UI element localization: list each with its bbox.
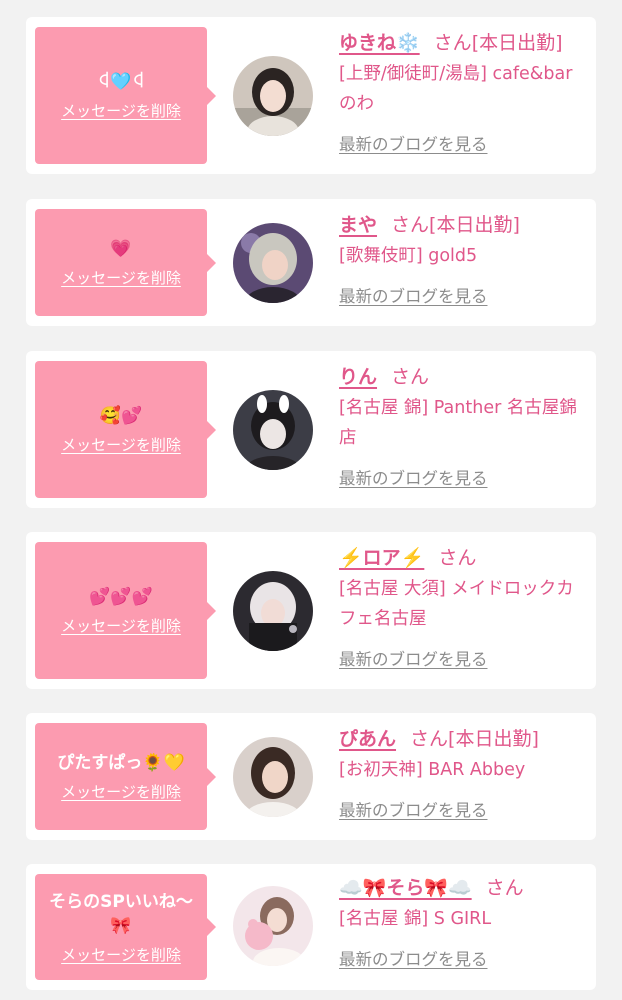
avatar[interactable]	[233, 886, 313, 966]
avatar[interactable]	[233, 223, 313, 303]
delete-message-link[interactable]: メッセージを削除	[61, 267, 181, 288]
message-text: ꒉ🩵ꒉ	[97, 72, 145, 92]
message-text: ぴたすぱっ🌻💛	[57, 753, 185, 773]
portrait-photo-icon	[233, 56, 313, 136]
message-text: 💗	[110, 239, 132, 259]
cast-info: ⚡️ロア⚡️ さん [名古屋 大須] メイドロックカフェ名古屋 最新のブログを見る	[339, 544, 589, 670]
cast-info: まや さん[本日出勤] [歌舞伎町] gold5 最新のブログを見る	[339, 211, 589, 307]
honorific: さん	[410, 728, 449, 750]
status-badge: [本日出勤]	[448, 728, 539, 750]
honorific: さん	[485, 877, 524, 899]
status-badge: [本日出勤]	[471, 32, 563, 54]
message-card: 💗 メッセージを削除 まや さん[本日出勤] [歌舞伎町] gold5 最新のブロ…	[26, 199, 596, 326]
message-bubble: そらのSPいいね〜🎀 メッセージを削除	[35, 874, 216, 980]
honorific: さん	[391, 366, 430, 388]
shop-name: [名古屋 大須] メイドロックカフェ名古屋	[339, 579, 574, 629]
delete-message-link[interactable]: メッセージを削除	[61, 944, 181, 965]
cast-name-link[interactable]: りん	[339, 366, 377, 388]
shop-name: [上野/御徒町/湯島] cafe&bar のわ	[339, 64, 573, 114]
latest-blog-link[interactable]: 最新のブログを見る	[339, 797, 488, 821]
portrait-photo-icon	[233, 571, 313, 651]
message-bubble: ꒉ🩵ꒉ メッセージを削除	[35, 27, 216, 164]
avatar[interactable]	[233, 571, 313, 651]
shop-name: [お初天神] BAR Abbey	[339, 760, 526, 780]
delete-message-link[interactable]: メッセージを削除	[61, 615, 181, 636]
latest-blog-link[interactable]: 最新のブログを見る	[339, 283, 488, 307]
latest-blog-link[interactable]: 最新のブログを見る	[339, 131, 488, 155]
message-card: ꒉ🩵ꒉ メッセージを削除 ゆきね❄️ さん[本日出勤] [上野/御徒町/湯島] c…	[26, 17, 596, 174]
delete-message-link[interactable]: メッセージを削除	[61, 434, 181, 455]
cast-name-link[interactable]: まや	[339, 214, 377, 236]
honorific: さん	[438, 547, 477, 569]
delete-message-link[interactable]: メッセージを削除	[61, 100, 181, 121]
avatar[interactable]	[233, 737, 313, 817]
avatar[interactable]	[233, 56, 313, 136]
status-badge: [本日出勤]	[429, 214, 520, 236]
message-card: ぴたすぱっ🌻💛 メッセージを削除 ぴあん さん[本日出勤] [お初天神] BAR …	[26, 713, 596, 840]
avatar[interactable]	[233, 390, 313, 470]
delete-message-link[interactable]: メッセージを削除	[61, 781, 181, 802]
latest-blog-link[interactable]: 最新のブログを見る	[339, 465, 488, 489]
portrait-photo-icon	[233, 223, 313, 303]
cast-info: ☁️🎀そら🎀☁️ さん [名古屋 錦] S GIRL 最新のブログを見る	[339, 874, 589, 970]
cast-info: ゆきね❄️ さん[本日出勤] [上野/御徒町/湯島] cafe&bar のわ 最新…	[339, 29, 589, 155]
cast-name-link[interactable]: ゆきね❄️	[339, 32, 420, 54]
shop-name: [名古屋 錦] Panther 名古屋錦店	[339, 398, 577, 448]
message-bubble: 💕💕💕 メッセージを削除	[35, 542, 216, 679]
cast-name-link[interactable]: ⚡️ロア⚡️	[339, 547, 424, 569]
cast-info: りん さん [名古屋 錦] Panther 名古屋錦店 最新のブログを見る	[339, 363, 589, 489]
message-bubble: 🥰💕 メッセージを削除	[35, 361, 216, 498]
cast-name-link[interactable]: ぴあん	[339, 728, 396, 750]
message-card: 💕💕💕 メッセージを削除 ⚡️ロア⚡️ さん [名古屋 大須] メイドロックカフェ…	[26, 532, 596, 689]
honorific: さん	[391, 214, 430, 236]
latest-blog-link[interactable]: 最新のブログを見る	[339, 946, 488, 970]
message-card: 🥰💕 メッセージを削除 りん さん [名古屋 錦] Panther 名古屋錦店 最…	[26, 351, 596, 508]
message-text: 🥰💕	[99, 406, 143, 426]
latest-blog-link[interactable]: 最新のブログを見る	[339, 646, 488, 670]
message-text: 💕💕💕	[89, 587, 153, 607]
message-card: そらのSPいいね〜🎀 メッセージを削除 ☁️🎀そら🎀☁️ さん [名古屋 錦] S…	[26, 864, 596, 990]
message-bubble: 💗 メッセージを削除	[35, 209, 216, 316]
shop-name: [名古屋 錦] S GIRL	[339, 909, 492, 929]
portrait-photo-icon	[233, 737, 313, 817]
cast-name-link[interactable]: ☁️🎀そら🎀☁️	[339, 877, 472, 899]
message-text: そらのSPいいね〜🎀	[49, 891, 193, 936]
cast-info: ぴあん さん[本日出勤] [お初天神] BAR Abbey 最新のブログを見る	[339, 725, 589, 821]
portrait-photo-icon	[233, 390, 313, 470]
message-bubble: ぴたすぱっ🌻💛 メッセージを削除	[35, 723, 216, 830]
honorific: さん	[433, 32, 472, 54]
portrait-photo-icon	[233, 886, 313, 966]
shop-name: [歌舞伎町] gold5	[339, 246, 478, 266]
